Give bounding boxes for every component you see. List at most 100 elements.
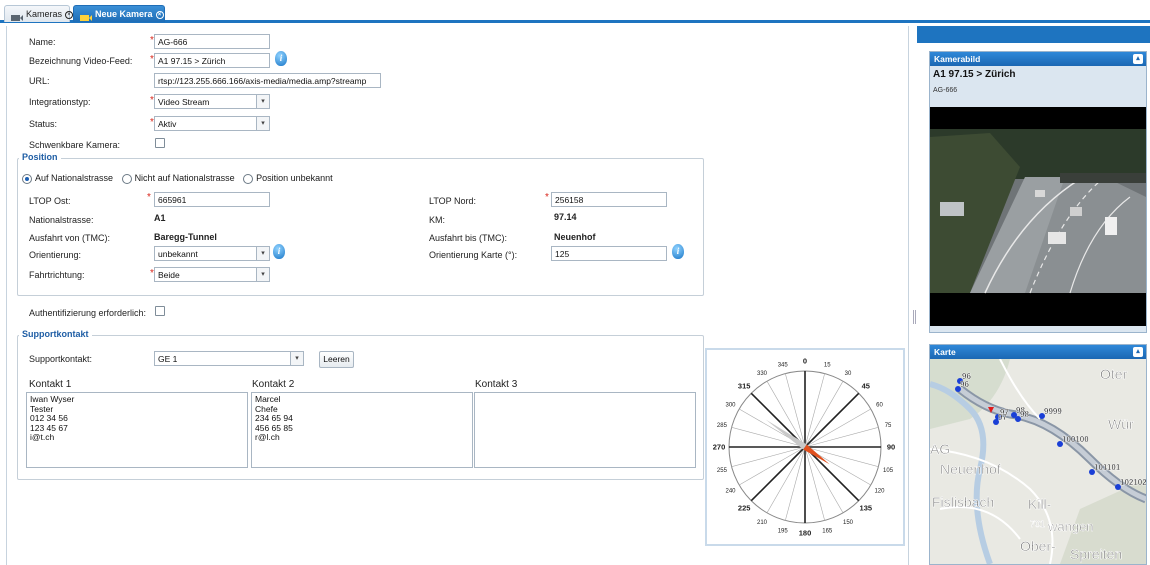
compass-tick-label: 195: [778, 529, 789, 535]
radio-auf-nationalstrasse[interactable]: Auf Nationalstrasse: [22, 173, 114, 184]
fahrtrichtung-label: Fahrtrichtung:: [29, 270, 85, 280]
ltop-ost-label: LTOP Ost:: [29, 196, 71, 206]
orientierung-karte-input[interactable]: 125: [551, 246, 667, 261]
kontakt3-textarea[interactable]: [474, 392, 696, 468]
support-value: GE 1: [158, 354, 178, 364]
tab-neue-kamera[interactable]: Neue Kamera ×: [73, 5, 165, 22]
ausfahrt-bis-label: Ausfahrt bis (TMC):: [429, 233, 508, 243]
radio-label: Auf Nationalstrasse: [35, 173, 114, 183]
chevron-down-icon[interactable]: ▾: [256, 117, 269, 130]
map-marker-label: 97: [998, 413, 1007, 422]
map-view[interactable]: 96 96 97 97 98 98 9999 100100 101101 102102 Neuenh…: [930, 359, 1146, 564]
integration-value: Video Stream: [158, 97, 210, 107]
name-input[interactable]: AG-666: [154, 34, 270, 49]
feed-input[interactable]: A1 97.15 > Zürich: [154, 53, 270, 68]
compass-tick-label: 150: [843, 520, 854, 526]
orientierung-value: unbekannt: [158, 249, 198, 259]
orientierung-select[interactable]: unbekannt ▾: [154, 246, 270, 261]
compass-tick-label: 315: [738, 382, 751, 391]
status-select[interactable]: Aktiv ▾: [154, 116, 270, 131]
status-value: Aktiv: [158, 119, 177, 129]
radio-position-unbekannt[interactable]: Position unbekannt: [243, 173, 333, 184]
compass-tick-label: 330: [757, 371, 768, 377]
compass-tick-label: 345: [778, 362, 789, 368]
map-place-label: wangen: [1047, 519, 1094, 534]
map-highway-inner: [958, 387, 1146, 502]
nationalstrasse-value: A1: [154, 213, 166, 223]
integration-select[interactable]: Video Stream ▾: [154, 94, 270, 109]
info-icon[interactable]: i: [275, 51, 287, 66]
schwenk-checkbox[interactable]: [155, 138, 165, 148]
name-label: Name:: [29, 37, 56, 47]
collapse-icon[interactable]: ▴: [1133, 54, 1143, 64]
auth-checkbox[interactable]: [155, 306, 165, 316]
info-icon[interactable]: i: [672, 244, 684, 259]
tab-kameras[interactable]: Kameras ×: [4, 5, 74, 22]
map-place-label: AG: [930, 441, 950, 457]
chevron-down-icon[interactable]: ▾: [256, 268, 269, 281]
km-label: KM:: [429, 215, 446, 225]
radio-label: Position unbekannt: [256, 173, 333, 183]
orientierung-label: Orientierung:: [29, 250, 82, 260]
status-label: Status:: [29, 119, 58, 129]
compass-tick-label: 225: [738, 503, 751, 512]
schwenk-label: Schwenkbare Kamera:: [29, 140, 121, 150]
chevron-down-icon[interactable]: ▾: [290, 352, 303, 365]
compass-tick-label: 90: [887, 443, 895, 452]
support-select[interactable]: GE 1 ▾: [154, 351, 304, 366]
fahrtrichtung-select[interactable]: Beide ▾: [154, 267, 270, 282]
radio-label: Nicht auf Nationalstrasse: [134, 173, 235, 183]
support-legend: Supportkontakt: [19, 329, 92, 339]
compass-tick-label: 75: [885, 423, 892, 429]
required-marker: *: [545, 192, 549, 203]
map-place-label: Spreiten: [1070, 546, 1122, 562]
map-place-label: Wür: [1108, 416, 1134, 432]
right-column: Kamerabild ▴ A1 97.15 > Zürich AG-666 Ka…: [917, 26, 1150, 565]
url-label: URL:: [29, 76, 50, 86]
compass-tick-label: 105: [883, 468, 894, 474]
map-marker-label: 102102: [1120, 478, 1146, 487]
ausfahrt-bis-value: Neuenhof: [554, 232, 596, 242]
close-icon[interactable]: ×: [155, 10, 164, 19]
kontakt2-textarea[interactable]: Marcel Chefe 234 65 94 456 65 85 r@l.ch: [251, 392, 473, 468]
camera-image-panel: Kamerabild ▴ A1 97.15 > Zürich AG-666: [929, 51, 1147, 333]
radio-icon: [121, 173, 132, 184]
kontakt3-label: Kontakt 3: [475, 379, 518, 390]
radio-selected-icon: [22, 173, 32, 184]
camera-list-icon: [11, 11, 23, 21]
ltop-nord-input[interactable]: 256158: [551, 192, 667, 207]
kontakt1-textarea[interactable]: Iwan Wyser Tester 012 34 56 123 45 67 i@…: [26, 392, 248, 468]
camera-name: AG-666: [933, 87, 958, 94]
chevron-down-icon[interactable]: ▾: [256, 247, 269, 260]
url-input[interactable]: rtsp://123.255.666.166/axis-media/media.…: [154, 73, 381, 88]
compass-tick-label: 180: [799, 529, 812, 538]
map-place-label: 701: [1030, 519, 1045, 529]
ltop-ost-input[interactable]: 665961: [154, 192, 270, 207]
compass-tick-label: 165: [822, 529, 833, 535]
compass-tick-label: 15: [824, 362, 831, 368]
compass-dial: 0 15 30 45 60 75 90 105 120 135 150 165 180 195 210 225…: [713, 357, 895, 538]
radio-nicht-auf-nationalstrasse[interactable]: Nicht auf Nationalstrasse: [121, 173, 235, 184]
position-legend: Position: [19, 152, 61, 162]
kontakt2-label: Kontakt 2: [252, 379, 295, 390]
compass-tick-label: 285: [717, 423, 728, 429]
panel-splitter[interactable]: [913, 310, 916, 324]
close-icon[interactable]: ×: [65, 10, 74, 19]
compass-tick-label: 60: [876, 403, 883, 409]
ltop-nord-label: LTOP Nord:: [429, 196, 477, 206]
compass-tick-label: 255: [717, 468, 728, 474]
camera-image: [930, 107, 1146, 326]
orientation-compass[interactable]: 0 15 30 45 60 75 90 105 120 135 150 165 180 195 210 225…: [705, 348, 905, 546]
collapse-icon[interactable]: ▴: [1133, 347, 1143, 357]
map-marker-label: 9999: [1044, 407, 1062, 416]
chevron-down-icon[interactable]: ▾: [256, 95, 269, 108]
camera-icon: [80, 11, 92, 21]
compass-tick-label: 240: [726, 489, 737, 495]
camera-panel-title: Kamerabild: [934, 54, 981, 64]
clear-button[interactable]: Leeren: [319, 351, 354, 368]
fahrtrichtung-value: Beide: [158, 270, 180, 280]
info-icon[interactable]: i: [273, 244, 285, 259]
map-panel-header: Karte ▴: [930, 345, 1146, 359]
map-place-label: Kill-: [1028, 496, 1052, 512]
right-header-bar: [917, 26, 1150, 43]
